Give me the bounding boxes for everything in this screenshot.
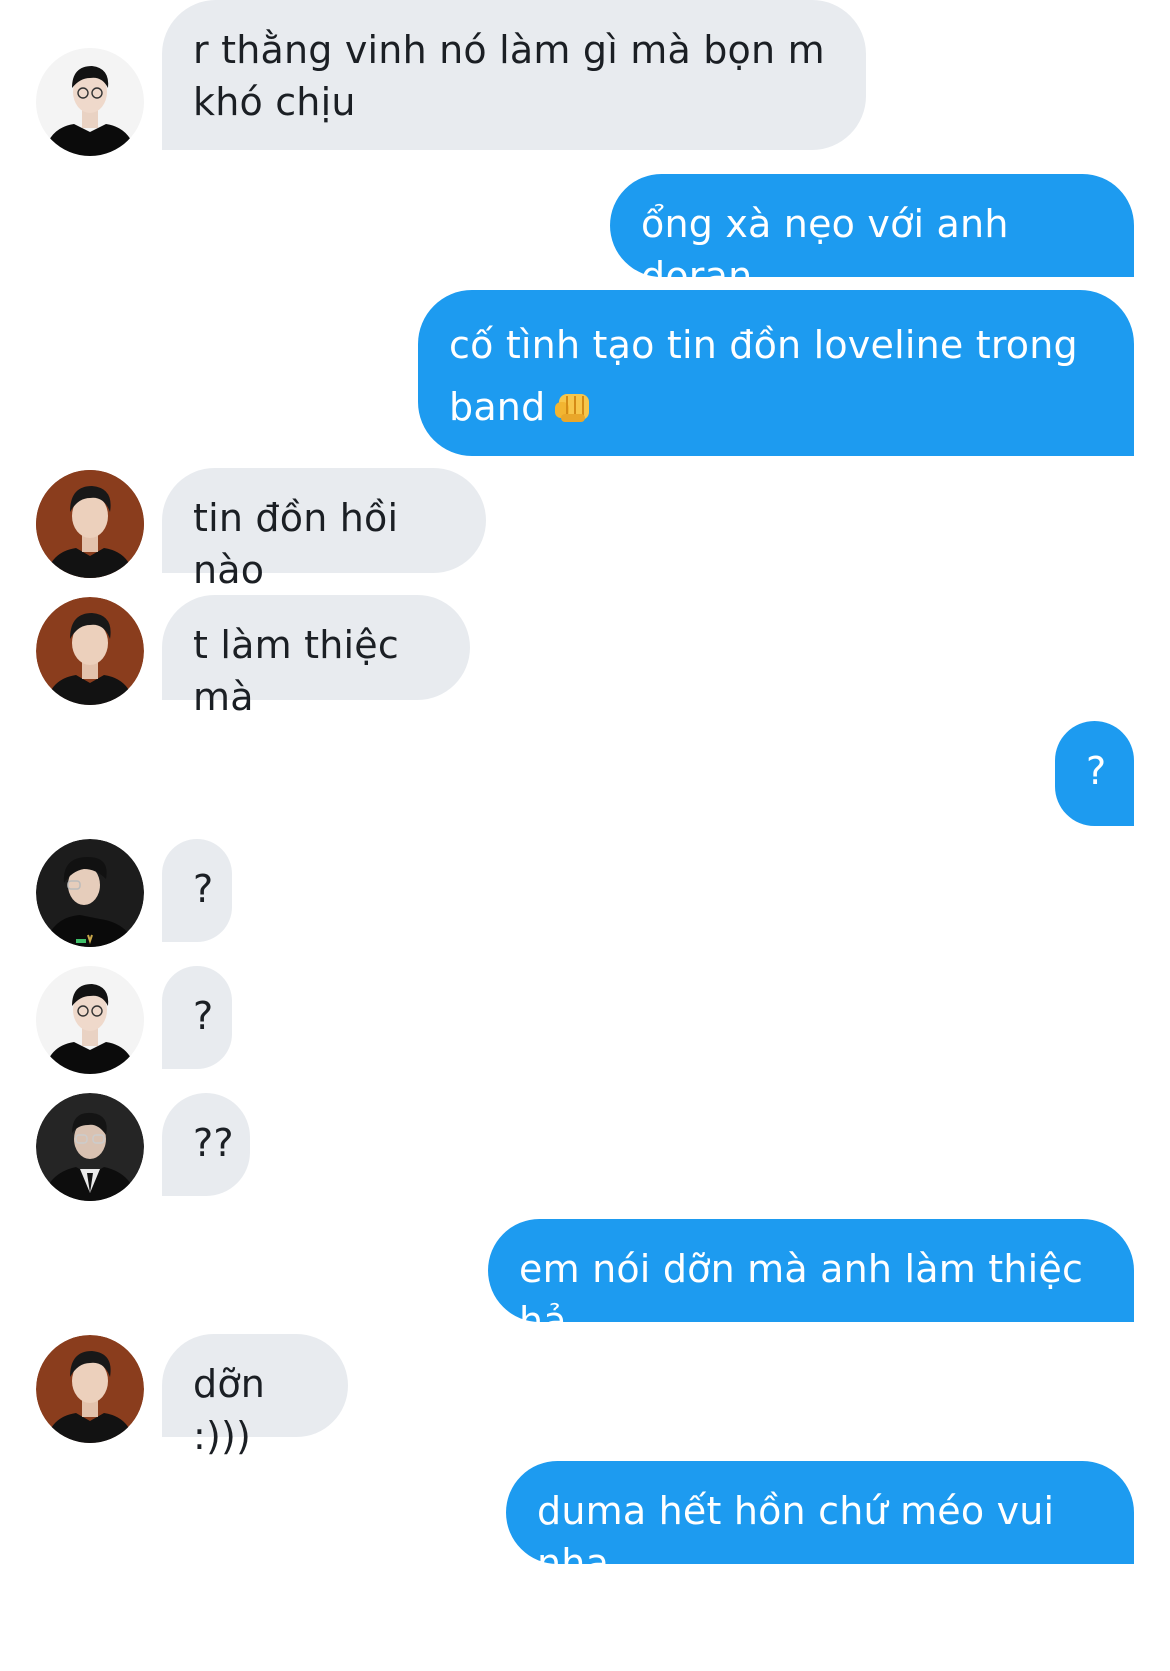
message-bubble[interactable]: em nói dỡn mà anh làm thiệc hả [488,1219,1134,1343]
message-bubble[interactable]: ?? [162,1093,250,1196]
message-bubble[interactable]: t làm thiệc mà [162,595,470,719]
avatar[interactable] [36,597,144,705]
message-bubble[interactable]: cố tình tạo tin đồn loveline trong band [418,290,1134,456]
oncoming-fist-icon [553,382,593,444]
message-bubble[interactable]: ? [1055,721,1134,826]
message-bubble[interactable]: dỡn :))) [162,1334,348,1458]
avatar-suit-tie-icon [36,1093,144,1201]
message-bubble[interactable]: ? [162,966,232,1069]
avatar[interactable] [36,1335,144,1443]
avatar[interactable] [36,1093,144,1201]
avatar-orange-bg-icon [36,1335,144,1443]
avatar-glasses-dark-icon [36,839,144,947]
avatar[interactable] [36,470,144,578]
avatar[interactable] [36,966,144,1074]
avatar[interactable] [36,839,144,947]
avatar-black-sweater-icon [36,966,144,1074]
message-bubble[interactable]: duma hết hồn chứ méo vui nha [506,1461,1134,1585]
message-bubble[interactable]: ổng xà nẹo với anh doran [610,174,1134,298]
avatar-orange-bg-icon [36,470,144,578]
message-bubble[interactable]: r thằng vinh nó làm gì mà bọn m khó chịu [162,0,866,150]
message-bubble[interactable]: ? [162,839,232,942]
avatar-black-sweater-icon [36,48,144,156]
message-bubble[interactable]: tin đồn hồi nào [162,468,486,592]
avatar[interactable] [36,48,144,156]
message-text: cố tình tạo tin đồn loveline trong band [449,323,1078,429]
avatar-orange-bg-icon [36,597,144,705]
